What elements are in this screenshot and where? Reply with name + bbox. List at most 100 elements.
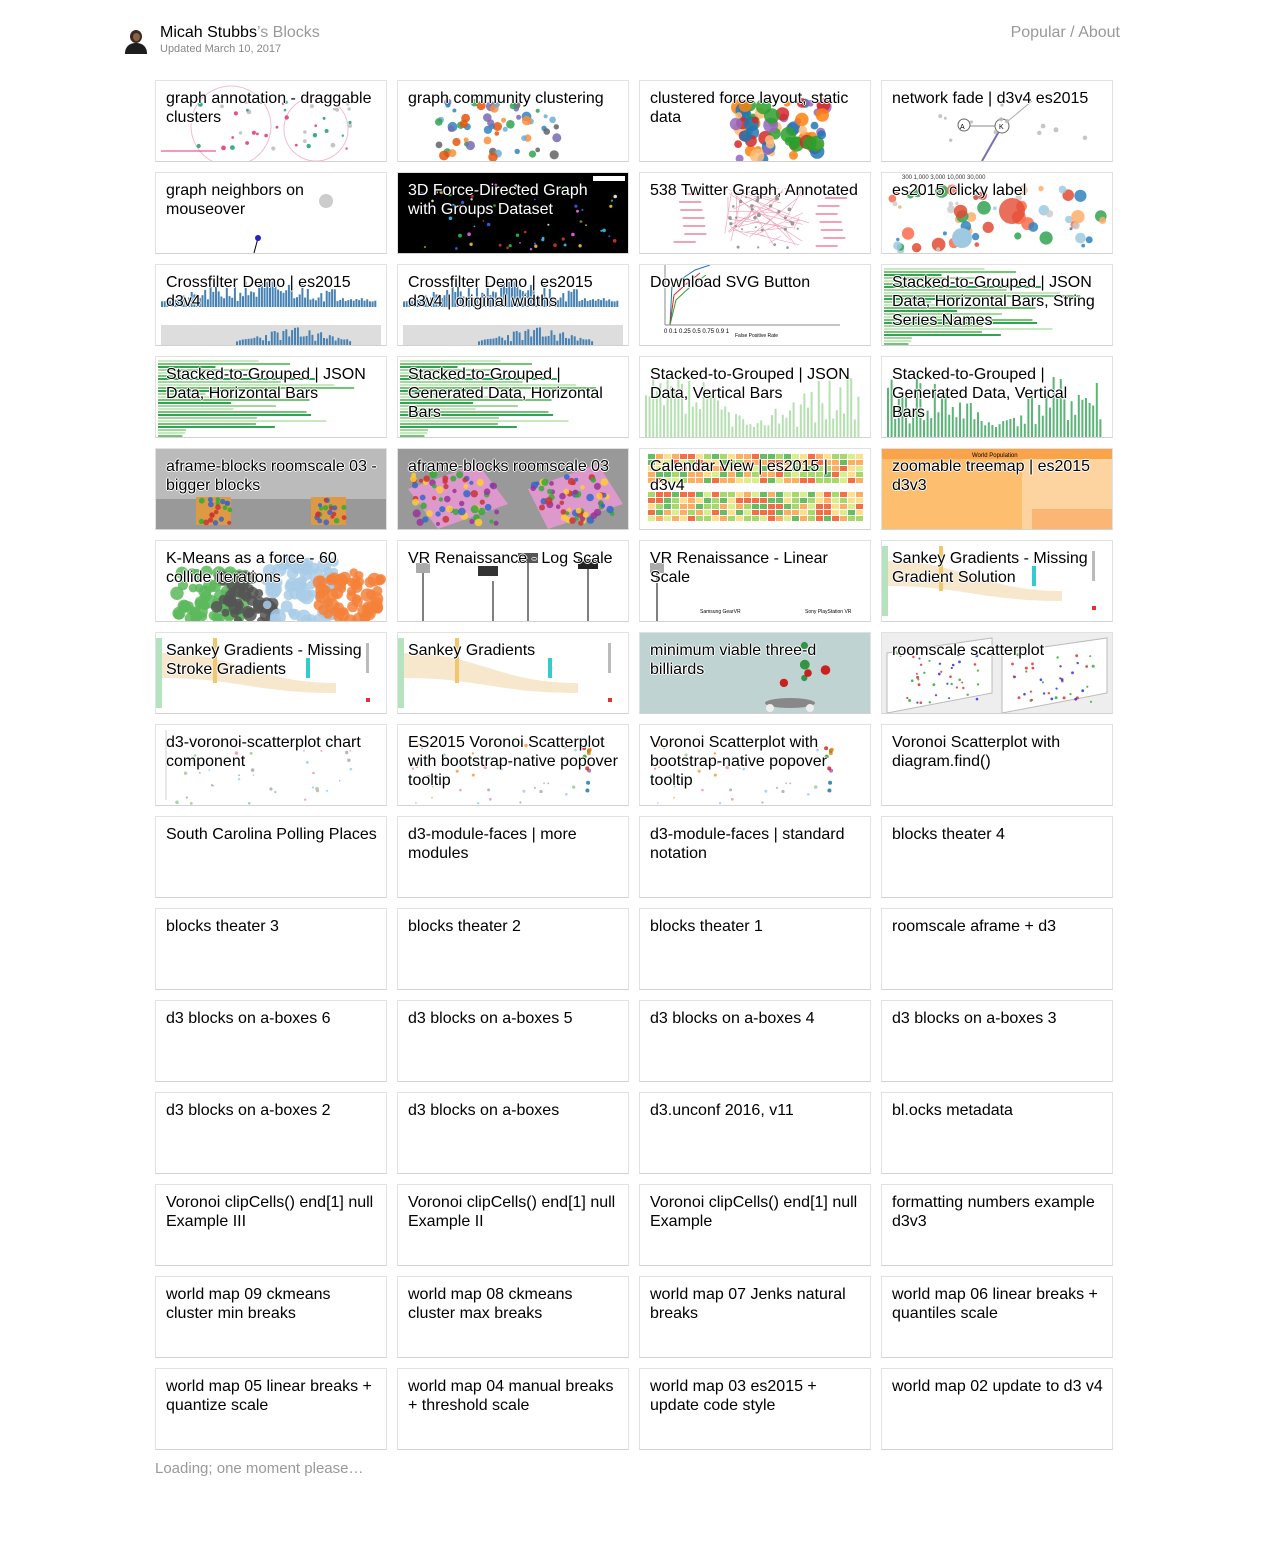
- block-card[interactable]: World Population zoomable treemap | es201…: [881, 448, 1113, 530]
- block-card[interactable]: blocks theater 3: [155, 908, 387, 990]
- block-card[interactable]: graph neighbors on mouseover: [155, 172, 387, 254]
- block-title: minimum viable three-d billiards: [650, 642, 817, 678]
- block-card[interactable]: world map 06 linear breaks + quantiles s…: [881, 1276, 1113, 1358]
- block-card[interactable]: 3D Force-Directed Graph with Groups Data…: [397, 172, 629, 254]
- block-card[interactable]: blocks theater 4: [881, 816, 1113, 898]
- block-card[interactable]: Voronoi clipCells() end[1] null Example …: [155, 1184, 387, 1266]
- block-card[interactable]: d3-voronoi-scatterplot chart component: [155, 724, 387, 806]
- block-title: blocks theater 1: [650, 918, 763, 935]
- block-title: d3 blocks on a-boxes 6: [166, 1010, 331, 1027]
- block-card[interactable]: graph community clustering: [397, 80, 629, 162]
- block-card[interactable]: roomscale scatterplot: [881, 632, 1113, 714]
- block-title: Voronoi clipCells() end[1] null Example …: [408, 1194, 616, 1230]
- block-card[interactable]: world map 03 es2015 + update code style: [639, 1368, 871, 1450]
- block-title: d3 blocks on a-boxes 4: [650, 1010, 815, 1027]
- block-card[interactable]: Sankey Gradients - Missing Stroke Gradie…: [155, 632, 387, 714]
- block-card[interactable]: d3-module-faces | standard notation: [639, 816, 871, 898]
- block-title: Stacked-to-Grouped | JSON Data, Horizont…: [892, 274, 1095, 329]
- block-title: clustered force layout, static data: [650, 90, 849, 126]
- block-card[interactable]: ES2015 Voronoi Scatterplot with bootstra…: [397, 724, 629, 806]
- block-card[interactable]: graph annotation - draggable clusters: [155, 80, 387, 162]
- block-title: Sankey Gradients - Missing Gradient Solu…: [892, 550, 1088, 586]
- block-card[interactable]: d3 blocks on a-boxes 5: [397, 1000, 629, 1082]
- block-card[interactable]: VR Renaissance - Log Scale: [397, 540, 629, 622]
- block-card[interactable]: bl.ocks metadata: [881, 1092, 1113, 1174]
- block-card[interactable]: Crossfilter Demo | es2015 d3v4: [155, 264, 387, 346]
- block-title: Sankey Gradients - Missing Stroke Gradie…: [166, 642, 362, 678]
- block-card[interactable]: world map 04 manual breaks + threshold s…: [397, 1368, 629, 1450]
- block-card[interactable]: False Positive Rate 0 0.1 0.25 0.5 0.75 0…: [639, 264, 871, 346]
- block-title: zoomable treemap | es2015 d3v3: [892, 458, 1091, 494]
- nav-about-link[interactable]: About: [1078, 24, 1120, 41]
- block-card[interactable]: world map 05 linear breaks + quantize sc…: [155, 1368, 387, 1450]
- block-card[interactable]: Crossfilter Demo | es2015 d3v4 | origina…: [397, 264, 629, 346]
- block-card[interactable]: 538 Twitter Graph, Annotated: [639, 172, 871, 254]
- block-title: 3D Force-Directed Graph with Groups Data…: [408, 182, 588, 218]
- user-title-suffix: ’s Blocks: [256, 24, 320, 41]
- block-card[interactable]: formatting numbers example d3v3: [881, 1184, 1113, 1266]
- block-title: world map 06 linear breaks + quantiles s…: [892, 1286, 1098, 1322]
- block-card[interactable]: world map 07 Jenks natural breaks: [639, 1276, 871, 1358]
- block-card[interactable]: minimum viable three-d billiards: [639, 632, 871, 714]
- block-card[interactable]: aframe-blocks roomscale 03: [397, 448, 629, 530]
- block-title: aframe-blocks roomscale 03: [408, 458, 609, 475]
- block-title: d3-voronoi-scatterplot chart component: [166, 734, 361, 770]
- block-card[interactable]: d3-module-faces | more modules: [397, 816, 629, 898]
- block-card[interactable]: aframe-blocks roomscale 03 - bigger bloc…: [155, 448, 387, 530]
- updated-date: Updated March 10, 2017: [160, 43, 282, 55]
- block-card[interactable]: Voronoi Scatterplot with diagram.find(): [881, 724, 1113, 806]
- block-card[interactable]: Voronoi clipCells() end[1] null Example: [639, 1184, 871, 1266]
- block-card[interactable]: South Carolina Polling Places: [155, 816, 387, 898]
- block-card[interactable]: roomscale aframe + d3: [881, 908, 1113, 990]
- block-card[interactable]: d3 blocks on a-boxes 2: [155, 1092, 387, 1174]
- svg-text:Sony PlayStation VR: Sony PlayStation VR: [805, 609, 852, 615]
- block-title: VR Renaissance - Log Scale: [408, 550, 613, 567]
- block-card[interactable]: Stacked-to-Grouped | JSON Data, Horizont…: [881, 264, 1113, 346]
- block-card[interactable]: K-Means as a force - 60 collide iteratio…: [155, 540, 387, 622]
- block-card[interactable]: Voronoi clipCells() end[1] null Example …: [397, 1184, 629, 1266]
- block-card[interactable]: world map 09 ckmeans cluster min breaks: [155, 1276, 387, 1358]
- block-card[interactable]: Calendar View | es2015 | d3v4: [639, 448, 871, 530]
- block-title: roomscale aframe + d3: [892, 918, 1057, 935]
- block-card[interactable]: world map 02 update to d3 v4: [881, 1368, 1113, 1450]
- block-title: Voronoi clipCells() end[1] null Example: [650, 1194, 858, 1230]
- block-title: d3 blocks on a-boxes: [408, 1102, 560, 1119]
- block-title: d3 blocks on a-boxes 2: [166, 1102, 331, 1119]
- block-title: world map 09 ckmeans cluster min breaks: [166, 1286, 331, 1322]
- block-title: roomscale scatterplot: [892, 642, 1045, 659]
- block-title: blocks theater 3: [166, 918, 279, 935]
- user-name-link[interactable]: Micah Stubbs: [160, 24, 257, 41]
- nav-popular-link[interactable]: Popular: [1011, 24, 1066, 41]
- block-card[interactable]: d3 blocks on a-boxes: [397, 1092, 629, 1174]
- block-card[interactable]: world map 08 ckmeans cluster max breaks: [397, 1276, 629, 1358]
- block-title: world map 03 es2015 + update code style: [650, 1378, 817, 1414]
- block-title: network fade | d3v4 es2015: [892, 90, 1089, 107]
- block-card[interactable]: A Knetwork fade | d3v4 es2015: [881, 80, 1113, 162]
- block-card[interactable]: 300 1,000 3,000 10,000 30,000 es2015 clic…: [881, 172, 1113, 254]
- block-card[interactable]: Voronoi Scatterplot with bootstrap-nativ…: [639, 724, 871, 806]
- block-card[interactable]: blocks theater 1: [639, 908, 871, 990]
- block-card[interactable]: d3 blocks on a-boxes 4: [639, 1000, 871, 1082]
- block-title: d3.unconf 2016, v11: [650, 1102, 794, 1119]
- block-title: bl.ocks metadata: [892, 1102, 1013, 1119]
- block-title: graph annotation - draggable clusters: [166, 90, 372, 126]
- block-card[interactable]: d3 blocks on a-boxes 3: [881, 1000, 1113, 1082]
- block-card[interactable]: Sankey Gradients: [397, 632, 629, 714]
- block-card[interactable]: Samsung GearVR Sony PlayStation VR VR Rena…: [639, 540, 871, 622]
- block-card[interactable]: d3 blocks on a-boxes 6: [155, 1000, 387, 1082]
- block-title: d3 blocks on a-boxes 5: [408, 1010, 573, 1027]
- block-card[interactable]: Stacked-to-Grouped | JSON Data, Horizont…: [155, 356, 387, 438]
- block-card[interactable]: blocks theater 2: [397, 908, 629, 990]
- block-card[interactable]: d3.unconf 2016, v11: [639, 1092, 871, 1174]
- block-card[interactable]: Stacked-to-Grouped | JSON Data, Vertical…: [639, 356, 871, 438]
- block-card[interactable]: Sankey Gradients - Missing Gradient Solu…: [881, 540, 1113, 622]
- svg-text:A: A: [960, 124, 965, 131]
- block-card[interactable]: Stacked-to-Grouped | Generated Data, Ver…: [881, 356, 1113, 438]
- avatar[interactable]: [124, 26, 148, 54]
- block-card[interactable]: clustered force layout, static data: [639, 80, 871, 162]
- block-title: d3 blocks on a-boxes 3: [892, 1010, 1057, 1027]
- block-title: 538 Twitter Graph, Annotated: [650, 182, 858, 199]
- block-title: ES2015 Voronoi Scatterplot with bootstra…: [408, 734, 618, 789]
- block-card[interactable]: Stacked-to-Grouped | Generated Data, Hor…: [397, 356, 629, 438]
- block-title: d3-module-faces | standard notation: [650, 826, 845, 862]
